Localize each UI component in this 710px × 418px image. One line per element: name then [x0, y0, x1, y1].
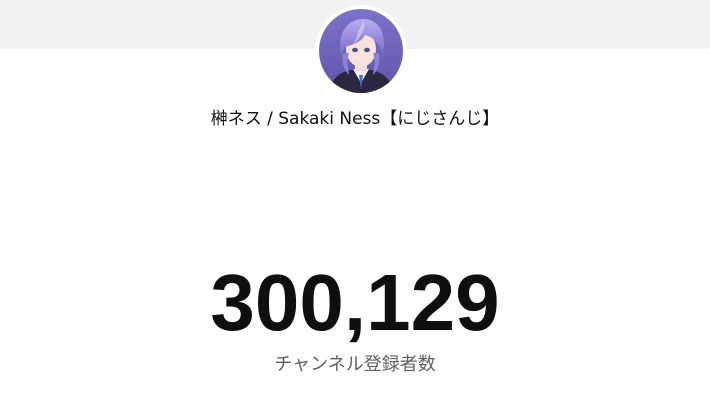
avatar-illustration-icon [319, 9, 403, 93]
channel-avatar-frame [315, 5, 407, 97]
subscriber-count-label: チャンネル登録者数 [274, 354, 436, 375]
channel-avatar[interactable] [319, 9, 403, 93]
subscriber-count: 300,129 [210, 258, 500, 347]
channel-name[interactable]: 榊ネス / Sakaki Ness【にじさんじ】 [0, 104, 710, 129]
